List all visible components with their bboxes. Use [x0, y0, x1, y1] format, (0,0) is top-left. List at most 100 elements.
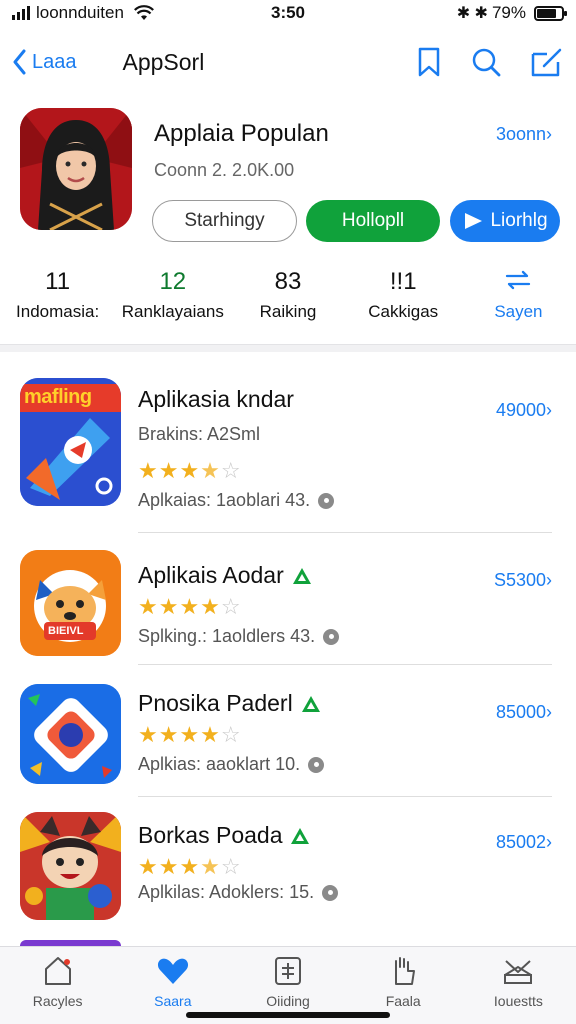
app-price-label: 85000: [495, 702, 546, 722]
chevron-right-icon: ›: [546, 702, 552, 722]
home-indicator[interactable]: [186, 1012, 390, 1018]
green-button-label: Hollopll: [341, 210, 405, 231]
star-rating: ★★★★☆: [138, 854, 242, 879]
stat-label: Ranklayaians: [121, 302, 224, 321]
tab-home[interactable]: Racyles: [0, 947, 115, 1024]
tab-label: Faala: [385, 993, 421, 1009]
list-item[interactable]: BIEIVL Aplikais Aodar ★★★★☆ Splking.: 1a…: [0, 548, 576, 668]
nav-title: AppSorl: [122, 48, 205, 75]
play-button[interactable]: Liorhlg: [450, 200, 560, 242]
chevron-left-icon: [13, 49, 26, 75]
green-button[interactable]: Hollopll: [306, 200, 440, 242]
tab-label: Iouestts: [493, 993, 543, 1009]
nav-bar: Laaa AppSorl: [0, 36, 576, 88]
app-description: Aplkilas: Adoklers: 15.: [138, 882, 339, 903]
app-description-text: Splking.: 1aoldlers 43.: [138, 626, 316, 646]
app-icon: [20, 684, 121, 784]
tab-inbox[interactable]: Iouestts: [461, 947, 576, 1024]
save-stat-link[interactable]: Sayen: [461, 268, 576, 328]
info-icon[interactable]: [323, 628, 340, 645]
status-bar: loonnduiten 3:50 ✱ ✱ 79%: [0, 0, 576, 26]
app-description-text: Aplkilas: Adoklers: 15.: [138, 882, 315, 902]
battery-percent: 79%: [491, 3, 526, 22]
app-price-label: 49000: [495, 400, 546, 420]
app-name: Aplikasia kndar: [138, 386, 294, 412]
stat-label: Cakkigas: [368, 302, 439, 321]
stat-item: !!1 Cakkigas: [346, 268, 461, 328]
tab-label: Saara: [154, 993, 192, 1009]
inbox-icon: [504, 960, 533, 984]
app-name: Borkas Poada: [138, 822, 310, 849]
app-name-text: Aplikais Aodar: [138, 562, 284, 588]
featured-see-more-link[interactable]: 3oonn›: [496, 124, 552, 145]
list-item[interactable]: Pnosika Paderl ★★★★☆ Aplkias: aaoklart 1…: [0, 680, 576, 797]
app-price-button[interactable]: 49000›: [496, 400, 552, 421]
star-rating: ★★★★☆: [138, 458, 242, 483]
stat-item: 12 Ranklayaians: [115, 268, 230, 328]
app-name: Aplikais Aodar: [138, 562, 312, 589]
app-subtitle: Brakins: A2Sml: [138, 424, 261, 444]
app-price-button[interactable]: 85002›: [496, 832, 552, 853]
app-description-text: Aplkaias: 1aoblari 43.: [138, 490, 311, 510]
featured-app-icon[interactable]: [20, 108, 132, 230]
signal-icon: [12, 6, 30, 20]
row-divider: [138, 664, 552, 665]
outline-button-label: Starhingy: [184, 210, 265, 231]
row-divider: [138, 796, 552, 797]
bluetooth-icon: ✱ ✱: [456, 5, 488, 22]
featured-app: Applaia Populan Coonn 2. 2.0K.00 3oonn› …: [0, 104, 576, 254]
stat-item: 83 Raiking: [230, 268, 345, 328]
stat-value: !!1: [389, 268, 417, 295]
app-name: Pnosika Paderl: [138, 690, 321, 717]
chevron-right-icon: ›: [546, 400, 552, 420]
wifi-icon: [133, 5, 154, 20]
heart-icon: [157, 958, 188, 984]
star-rating: ★★★★☆: [138, 722, 242, 747]
compose-icon[interactable]: [530, 46, 564, 78]
app-icon: BIEIVL: [20, 550, 121, 656]
stat-label: Raiking: [259, 302, 317, 321]
list-icon: [461, 268, 576, 298]
battery-icon: [534, 5, 567, 21]
featured-title: Applaia Populan: [154, 120, 329, 147]
verified-badge-icon: [292, 567, 311, 584]
tab-label: Racyles: [32, 993, 83, 1009]
stat-label: Indomasia:: [16, 302, 100, 321]
home-icon: [44, 957, 71, 985]
info-icon[interactable]: [318, 492, 335, 509]
featured-subtitle: Coonn 2. 2.0K.00: [154, 160, 295, 180]
bookmark-icon[interactable]: [416, 46, 442, 78]
chevron-right-icon: ›: [546, 570, 552, 590]
app-price-button[interactable]: S5300›: [494, 570, 552, 591]
list-item[interactable]: mafling Aplikasia kndar Brakins: A2Sml ★…: [0, 374, 576, 533]
back-label: Laaa: [32, 50, 77, 73]
app-description: Splking.: 1aoldlers 43.: [138, 626, 340, 647]
app-price-label: 85002: [495, 832, 546, 852]
verified-badge-icon: [301, 695, 320, 712]
star-rating: ★★★★☆: [138, 594, 242, 619]
hand-icon: [395, 957, 416, 985]
back-button[interactable]: Laaa: [12, 49, 77, 75]
stat-label: Sayen: [494, 302, 543, 321]
chevron-right-icon: ›: [546, 124, 552, 144]
stat-value: 11: [45, 268, 71, 295]
tab-label: Oiiding: [266, 993, 310, 1009]
play-icon: [465, 213, 483, 229]
app-price-button[interactable]: 85000›: [496, 702, 552, 723]
app-icon: mafling: [20, 378, 121, 506]
stat-value: 12: [159, 268, 187, 295]
info-icon[interactable]: [308, 756, 325, 773]
app-description-text: Aplkias: aaoklart 10.: [138, 754, 301, 774]
list-item[interactable]: Borkas Poada ★★★★☆ Aplkilas: Adoklers: 1…: [0, 810, 576, 930]
app-description: Aplkias: aaoklart 10.: [138, 754, 325, 775]
app-icon: [20, 812, 121, 920]
battery-fill: [537, 8, 556, 18]
calculator-icon: [275, 957, 301, 985]
stat-value: 83: [274, 268, 302, 295]
chevron-right-icon: ›: [546, 832, 552, 852]
outline-button[interactable]: Starhingy: [152, 200, 297, 242]
app-icon-text: BIEIVL: [48, 625, 84, 637]
search-icon[interactable]: [470, 46, 502, 78]
info-icon[interactable]: [322, 884, 339, 901]
play-button-label: Liorhlg: [490, 210, 548, 231]
